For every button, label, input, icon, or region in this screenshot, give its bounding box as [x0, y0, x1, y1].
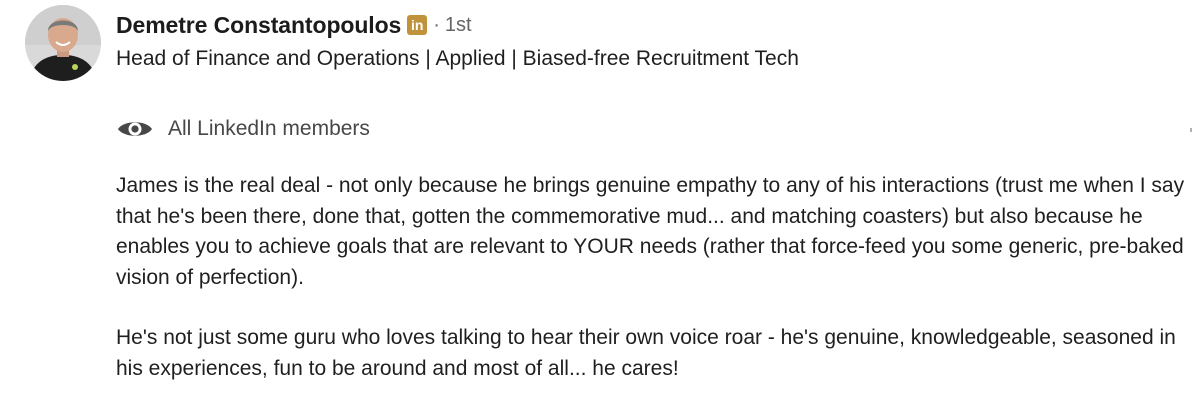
linkedin-icon: in	[407, 15, 428, 35]
recommendation-paragraph: He's not just some guru who loves talkin…	[116, 326, 1176, 380]
author-headline: Head of Finance and Operations | Applied…	[116, 47, 799, 70]
recommendation-text: James is the real deal - not only becaus…	[116, 171, 1186, 384]
recommendation-card: Demetre Constantopoulos in · 1st Head of…	[0, 0, 1200, 401]
connection-degree: 1st	[444, 13, 472, 36]
avatar-photo	[25, 5, 101, 81]
author-row: Demetre Constantopoulos in · 1st	[116, 9, 472, 41]
separator-dot: ·	[433, 13, 440, 36]
edge-mark	[1190, 128, 1192, 132]
author-name[interactable]: Demetre Constantopoulos	[116, 12, 401, 39]
recommendation-paragraph: James is the real deal - not only becaus…	[116, 174, 1185, 289]
visibility-label: All LinkedIn members	[168, 117, 370, 140]
eye-icon	[116, 117, 154, 141]
avatar[interactable]	[25, 5, 101, 81]
visibility-row: All LinkedIn members	[116, 115, 370, 143]
